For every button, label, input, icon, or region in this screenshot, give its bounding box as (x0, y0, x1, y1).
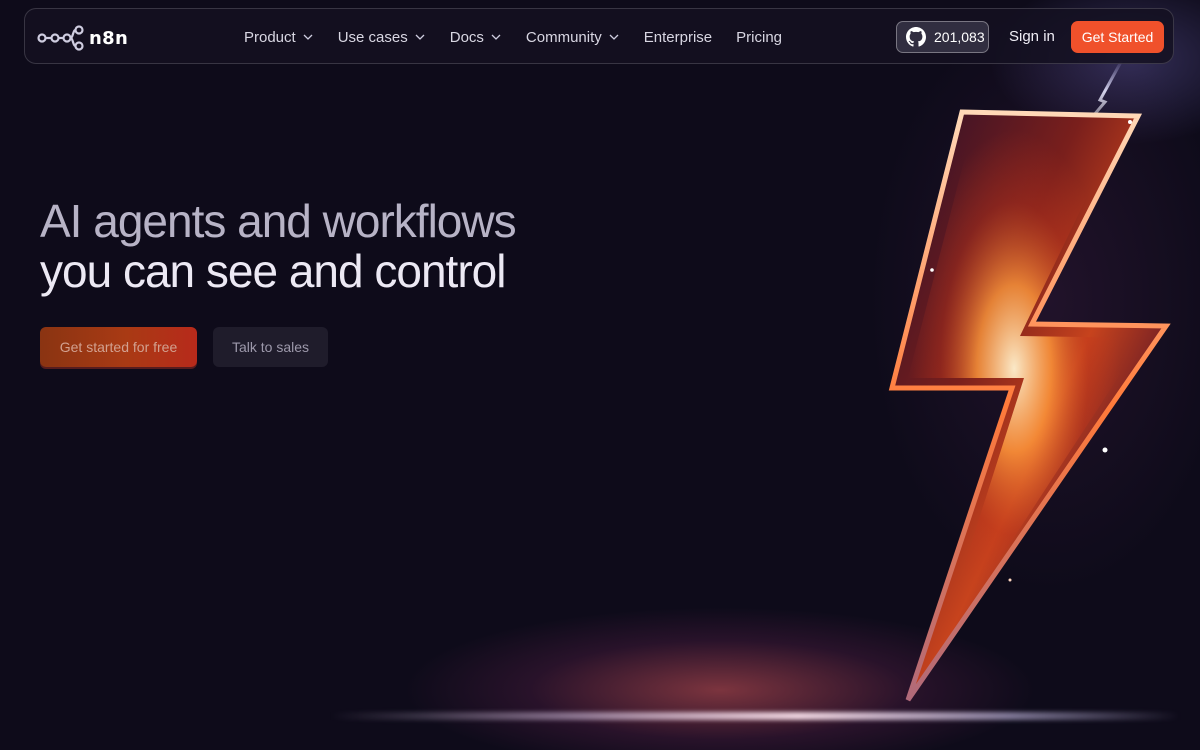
nav-item-docs[interactable]: Docs (450, 29, 502, 46)
hero-headline: AI agents and workflows you can see and … (40, 195, 517, 297)
sign-in-link[interactable]: Sign in (1009, 28, 1055, 45)
chevron-down-icon (415, 34, 425, 40)
lightning-bolt-illustration (888, 60, 1171, 702)
github-icon (906, 27, 926, 47)
github-stars-button[interactable]: 201,083 (896, 21, 989, 53)
brand-logo[interactable]: n8n (37, 25, 128, 51)
nav-item-product[interactable]: Product (244, 29, 314, 46)
nav-item-label: Product (244, 28, 296, 46)
chevron-down-icon (609, 34, 619, 40)
nav-item-label: Enterprise (643, 28, 713, 46)
main-menu: Product Use cases Docs Community Enterpr… (244, 9, 806, 65)
n8n-logo-icon (37, 25, 84, 51)
get-started-free-button[interactable]: Get started for free (40, 327, 197, 367)
page: n8n Product Use cases Docs Community Ent… (0, 0, 1200, 750)
chevron-down-icon (303, 34, 313, 40)
nav-item-label: Use cases (337, 28, 408, 46)
nav-item-use-cases[interactable]: Use cases (338, 29, 426, 46)
top-navbar: n8n Product Use cases Docs Community Ent… (24, 8, 1174, 64)
nav-item-label: Community (525, 28, 602, 46)
nav-item-pricing[interactable]: Pricing (736, 29, 782, 46)
talk-to-sales-button[interactable]: Talk to sales (213, 327, 328, 367)
nav-item-label: Docs (449, 28, 484, 46)
nav-item-enterprise[interactable]: Enterprise (644, 29, 712, 46)
hero-headline-line2: you can see and control (40, 245, 506, 297)
brand-name: n8n (89, 27, 129, 49)
nav-item-label: Pricing (736, 28, 783, 46)
hero-headline-line1: AI agents and workflows (40, 195, 517, 247)
floor-glow (330, 712, 1180, 720)
github-star-count: 201,083 (934, 29, 985, 45)
get-started-button[interactable]: Get Started (1071, 21, 1164, 53)
chevron-down-icon (491, 34, 501, 40)
nav-item-community[interactable]: Community (526, 29, 620, 46)
